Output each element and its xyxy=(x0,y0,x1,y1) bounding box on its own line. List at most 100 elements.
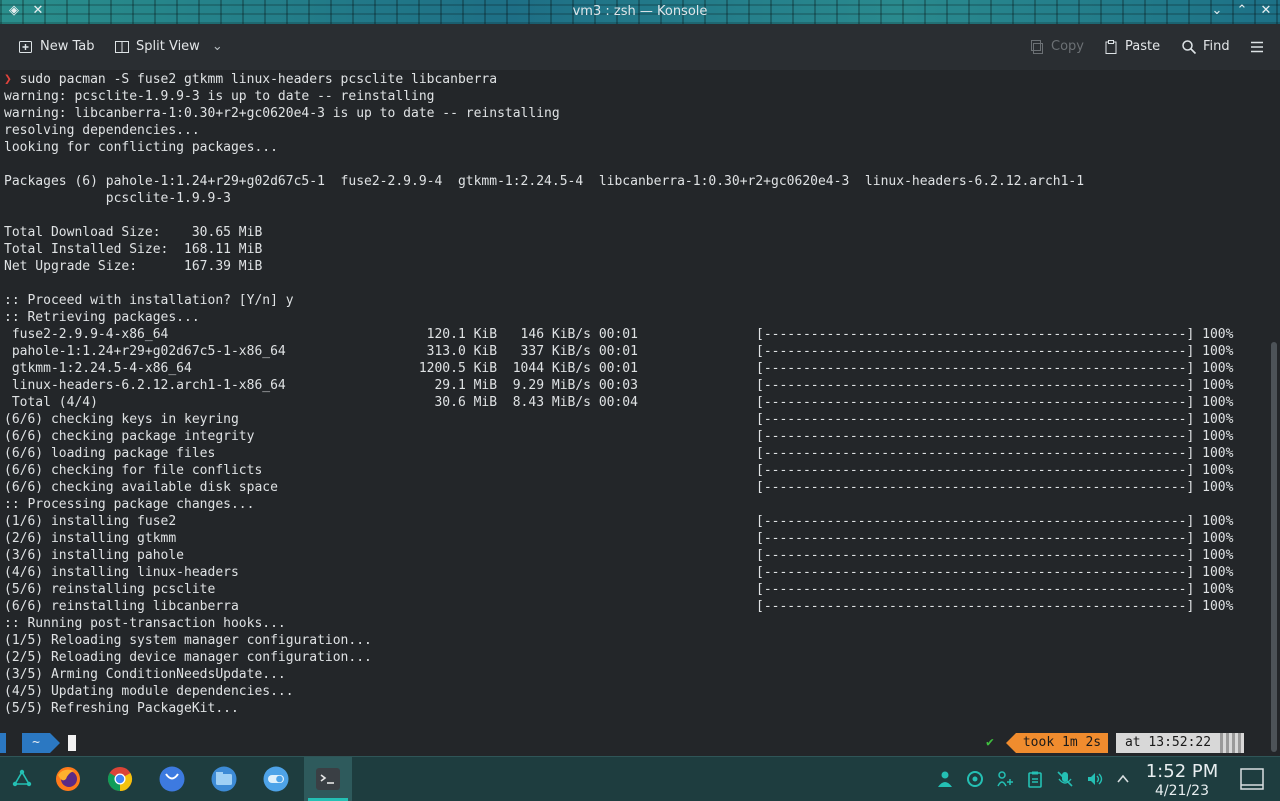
ubuntu-app-icon[interactable] xyxy=(156,763,188,795)
prompt-separator-icon xyxy=(50,733,60,753)
copy-label: Copy xyxy=(1051,39,1084,54)
clock-time: 1:52 PM xyxy=(1145,761,1219,782)
prompt-separator-icon xyxy=(1006,733,1016,753)
title-bar: ◈ ✕ vm3 : zsh — Konsole ⌄ ⌃ ✕ xyxy=(0,0,1280,24)
terminal-line: fuse2-2.9.9-4-x86_64 120.1 KiB 146 KiB/s… xyxy=(4,327,638,342)
paste-label: Paste xyxy=(1125,39,1161,54)
new-tab-icon xyxy=(19,41,32,53)
terminal-line: (6/6) loading package files xyxy=(4,446,216,461)
taskbar: 1:52 PM 4/21/23 xyxy=(0,756,1280,801)
clipboard-icon[interactable] xyxy=(1025,769,1045,789)
terminal-output[interactable]: ❯ sudo pacman -S fuse2 gtkmm linux-heade… xyxy=(0,70,1268,756)
split-view-icon xyxy=(115,41,129,53)
progress-bar: [---------------------------------------… xyxy=(756,361,1234,376)
network-icon[interactable] xyxy=(995,769,1015,789)
konsole-taskbar-button[interactable] xyxy=(304,757,352,801)
terminal-line: (2/5) Reloading device manager configura… xyxy=(4,650,372,665)
terminal-line: (3/5) Arming ConditionNeedsUpdate... xyxy=(4,667,286,682)
progress-bar: [---------------------------------------… xyxy=(756,378,1234,393)
volume-icon[interactable] xyxy=(1085,769,1105,789)
progress-bar: [---------------------------------------… xyxy=(756,412,1234,427)
prompt-dir-segment: ~ xyxy=(22,733,50,753)
close-icon[interactable]: ✕ xyxy=(1258,3,1274,19)
terminal-line: Packages (6) pahole-1:1.24+r29+g02d67c5-… xyxy=(4,174,1085,189)
paste-button[interactable]: Paste xyxy=(1103,38,1160,56)
terminal-line: (6/6) checking keys in keyring xyxy=(4,412,239,427)
cursor xyxy=(68,735,76,751)
terminal-line: :: Retrieving packages... xyxy=(4,310,200,325)
terminal-line: (2/6) installing gtkmm xyxy=(4,531,177,546)
hamburger-menu-button[interactable] xyxy=(1249,38,1265,56)
progress-bar: [---------------------------------------… xyxy=(756,395,1234,410)
progress-bar: [---------------------------------------… xyxy=(756,599,1234,614)
terminal-line: (5/5) Refreshing PackageKit... xyxy=(4,701,239,716)
show-desktop-icon[interactable] xyxy=(1240,767,1264,791)
terminal-line: (5/6) reinstalling pcsclite xyxy=(4,582,216,597)
new-tab-label: New Tab xyxy=(40,39,95,54)
command-text: sudo pacman -S fuse2 gtkmm linux-headers… xyxy=(19,72,498,87)
find-label: Find xyxy=(1203,39,1230,54)
terminal-line: looking for conflicting packages... xyxy=(4,140,278,155)
copy-button[interactable]: Copy xyxy=(1029,38,1084,56)
scrollbar-thumb[interactable] xyxy=(1271,342,1277,752)
terminal-line: (1/5) Reloading system manager configura… xyxy=(4,633,372,648)
prompt-arrow: ❯ xyxy=(4,72,12,87)
toolbar: New Tab Split View ⌄ Copy Paste Find xyxy=(0,24,1280,70)
progress-bar: [---------------------------------------… xyxy=(756,514,1234,529)
hamburger-menu-icon xyxy=(1251,41,1263,53)
prompt-time-segment: at 13:52:22 xyxy=(1116,733,1220,753)
maximize-icon[interactable]: ⌃ xyxy=(1234,3,1250,19)
terminal-line: gtkmm-1:2.24.5-4-x86_64 1200.5 KiB 1044 … xyxy=(4,361,638,376)
chrome-icon[interactable] xyxy=(104,763,136,795)
chevron-down-icon: ⌄ xyxy=(211,39,223,54)
tray-expand-icon[interactable] xyxy=(1113,769,1133,789)
progress-bar: [---------------------------------------… xyxy=(756,565,1234,580)
firefox-icon[interactable] xyxy=(52,763,84,795)
terminal-line: :: Proceed with installation? [Y/n] y xyxy=(4,293,294,308)
terminal-line: resolving dependencies... xyxy=(4,123,200,138)
progress-bar: [---------------------------------------… xyxy=(756,582,1234,597)
terminal-scrollbar[interactable] xyxy=(1268,70,1280,756)
clock-date: 4/21/23 xyxy=(1155,783,1209,799)
terminal-line: Total Download Size: 30.65 MiB xyxy=(4,225,263,240)
window-title: vm3 : zsh — Konsole xyxy=(572,4,708,19)
terminal-line: pcsclite-1.9.9-3 xyxy=(4,191,231,206)
split-view-label: Split View xyxy=(136,39,200,54)
toggle-app-icon[interactable] xyxy=(260,763,292,795)
terminal-line: (4/6) installing linux-headers xyxy=(4,565,239,580)
copy-icon xyxy=(1031,40,1043,54)
clock[interactable]: 1:52 PM 4/21/23 xyxy=(1142,761,1222,799)
terminal-line: (3/6) installing pahole xyxy=(4,548,185,563)
user-icon[interactable] xyxy=(935,769,955,789)
progress-bar: [---------------------------------------… xyxy=(756,429,1234,444)
terminal-line: :: Running post-transaction hooks... xyxy=(4,616,286,631)
prompt-end-segment xyxy=(1220,733,1244,753)
terminal-line: linux-headers-6.2.12.arch1-1-x86_64 29.1… xyxy=(4,378,638,393)
success-check-icon: ✔ xyxy=(986,735,994,750)
terminal-line: :: Processing package changes... xyxy=(4,497,255,512)
progress-bar: [---------------------------------------… xyxy=(756,531,1234,546)
app-launcher-icon[interactable] xyxy=(6,763,38,795)
terminal-line: pahole-1:1.24+r29+g02d67c5-1-x86_64 313.… xyxy=(4,344,638,359)
progress-bar: [---------------------------------------… xyxy=(756,344,1234,359)
progress-bar: [---------------------------------------… xyxy=(756,548,1234,563)
shell-prompt: ~ ✔ took 1m 2s at 13:52:22 xyxy=(0,733,1268,753)
terminal-line: (6/6) reinstalling libcanberra xyxy=(4,599,239,614)
new-tab-button[interactable]: New Tab xyxy=(18,38,95,56)
terminal-line: Net Upgrade Size: 167.39 MiB xyxy=(4,259,263,274)
terminal-line: warning: pcsclite-1.9.9-3 is up to date … xyxy=(4,89,435,104)
terminal-line: warning: libcanberra-1:0.30+r2+gc0620e4-… xyxy=(4,106,560,121)
konsole-icon xyxy=(316,768,340,790)
progress-bar: [---------------------------------------… xyxy=(756,480,1234,495)
prompt-os-segment xyxy=(0,733,6,753)
split-view-button[interactable]: Split View ⌄ xyxy=(114,38,223,56)
terminal-line: (1/6) installing fuse2 xyxy=(4,514,177,529)
mic-muted-icon[interactable] xyxy=(1055,769,1075,789)
terminal-line: (6/6) checking package integrity xyxy=(4,429,255,444)
terminal-line: (4/5) Updating module dependencies... xyxy=(4,684,294,699)
file-manager-icon[interactable] xyxy=(208,763,240,795)
update-icon[interactable] xyxy=(965,769,985,789)
prompt-took-segment: took 1m 2s xyxy=(1016,733,1108,753)
find-button[interactable]: Find xyxy=(1181,38,1230,56)
minimize-icon[interactable]: ⌄ xyxy=(1209,3,1225,19)
